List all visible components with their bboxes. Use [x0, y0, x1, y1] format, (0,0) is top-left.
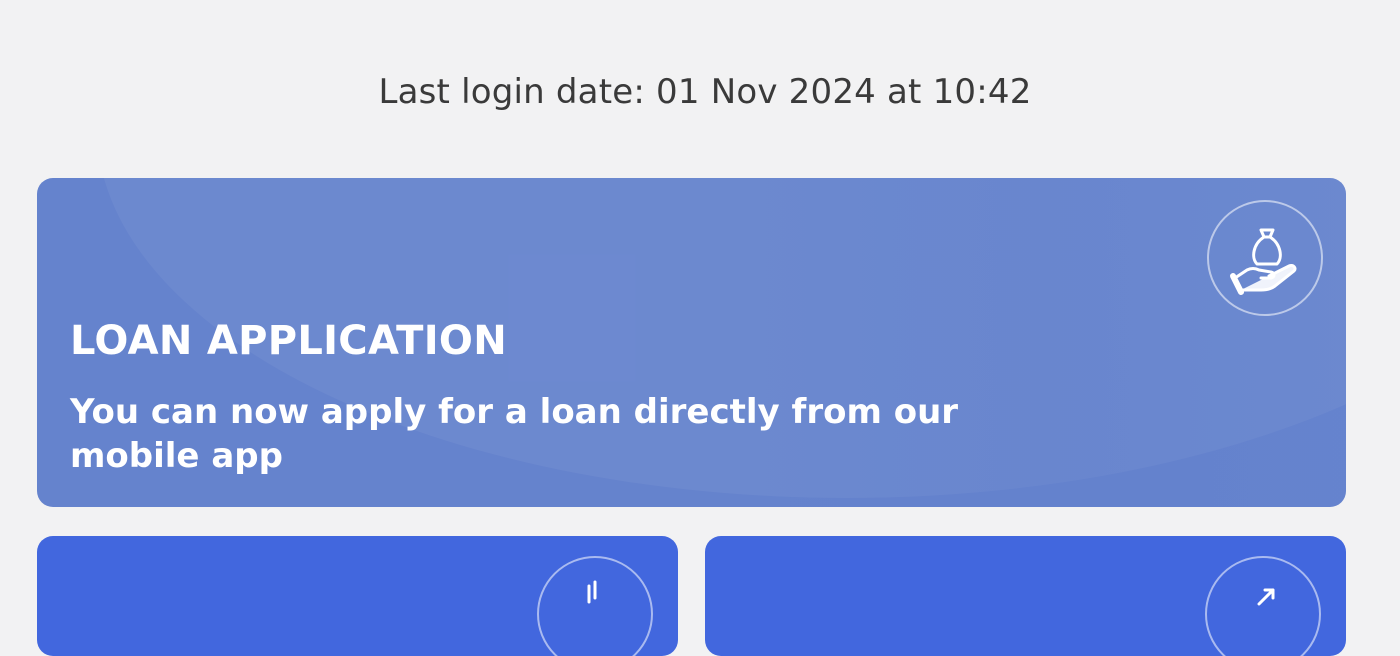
bottom-left-card[interactable] — [37, 536, 678, 656]
last-login-date: Last login date: 01 Nov 2024 at 10:42 — [378, 72, 1032, 112]
bottom-right-card[interactable] — [705, 536, 1346, 656]
loan-application-card[interactable]: LOAN APPLICATION You can now apply for a… — [37, 178, 1346, 507]
bottom-left-card-icon — [537, 556, 653, 656]
transfer-icon — [1205, 556, 1321, 656]
money-bag-hand-icon — [1207, 200, 1323, 316]
card-title: LOAN APPLICATION — [70, 318, 507, 364]
card-description: You can now apply for a loan directly fr… — [70, 392, 959, 476]
